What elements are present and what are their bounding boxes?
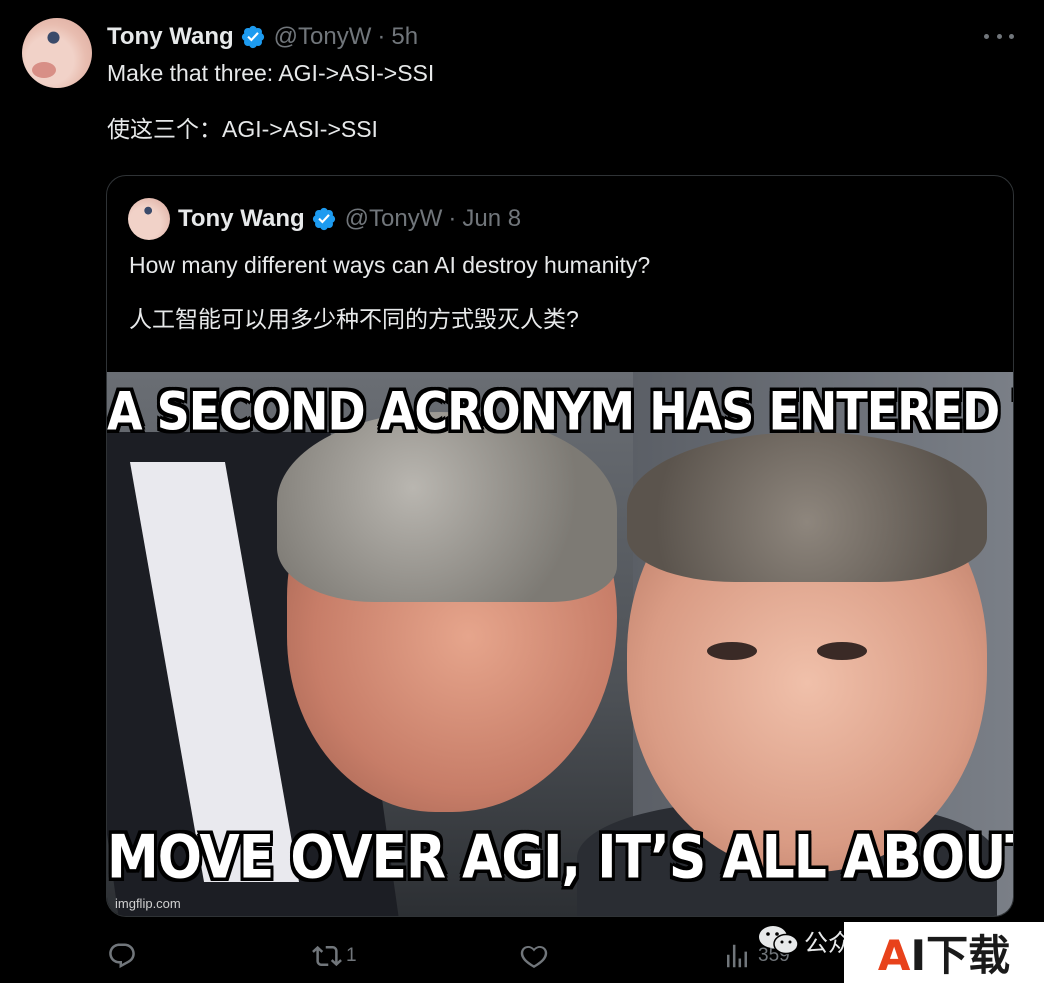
verified-badge-icon [241, 25, 264, 49]
quoted-author-avatar [128, 198, 170, 240]
brand-text: I下载 [910, 931, 1011, 980]
retweet-button[interactable]: 1 [312, 936, 357, 976]
retweet-icon [312, 945, 342, 967]
tweet-text-en: Make that three: AGI->ASI->SSI [107, 60, 435, 86]
like-button[interactable] [519, 936, 549, 976]
meme-caption-bottom: MOVE OVER AGI, IT’S ALL ABOUT ASI [107, 823, 1013, 893]
imgflip-credit: imgflip.com [115, 896, 181, 911]
meme-caption-top: A SECOND ACRONYM HAS ENTERED THE CHAT [107, 379, 1013, 443]
verified-badge-icon [312, 207, 335, 231]
tweet-header: Tony Wang @TonyW · 5h [107, 20, 418, 54]
quoted-text-en: How many different ways can AI destroy h… [129, 252, 651, 278]
quoted-header: Tony Wang @TonyW · Jun 8 [178, 203, 521, 235]
brand-letter-a: A [877, 931, 911, 980]
quoted-author-name: Tony Wang [178, 205, 305, 232]
brand-watermark: AI下载 [844, 922, 1044, 983]
quoted-date: Jun 8 [462, 205, 522, 232]
meme-image[interactable]: A SECOND ACRONYM HAS ENTERED THE CHAT MO… [107, 372, 1013, 916]
author-name[interactable]: Tony Wang [107, 23, 234, 51]
quoted-text-zh: 人工智能可以用多少种不同的方式毁灭人类? [129, 306, 579, 332]
separator-dot: · [377, 23, 386, 50]
retweet-count: 1 [346, 945, 357, 966]
tweet-time[interactable]: 5h [391, 23, 418, 51]
quoted-author-handle: @TonyW [344, 205, 443, 232]
reply-icon [109, 943, 135, 969]
separator-dot: · [448, 205, 457, 232]
wechat-watermark: 公众 [758, 920, 852, 960]
heart-icon [520, 945, 548, 969]
tweet: Tony Wang @TonyW · 5h Make that three: A… [0, 0, 1044, 983]
quoted-tweet[interactable]: Tony Wang @TonyW · Jun 8 How many differ… [106, 175, 1014, 917]
tweet-text-zh: 使这三个：AGI->ASI->SSI [107, 116, 378, 142]
author-handle[interactable]: @TonyW [274, 23, 372, 51]
reply-button[interactable] [107, 936, 137, 976]
more-options-icon[interactable] [984, 24, 1014, 48]
views-icon [727, 944, 747, 968]
wechat-icon [759, 926, 799, 955]
author-avatar[interactable] [22, 18, 92, 88]
